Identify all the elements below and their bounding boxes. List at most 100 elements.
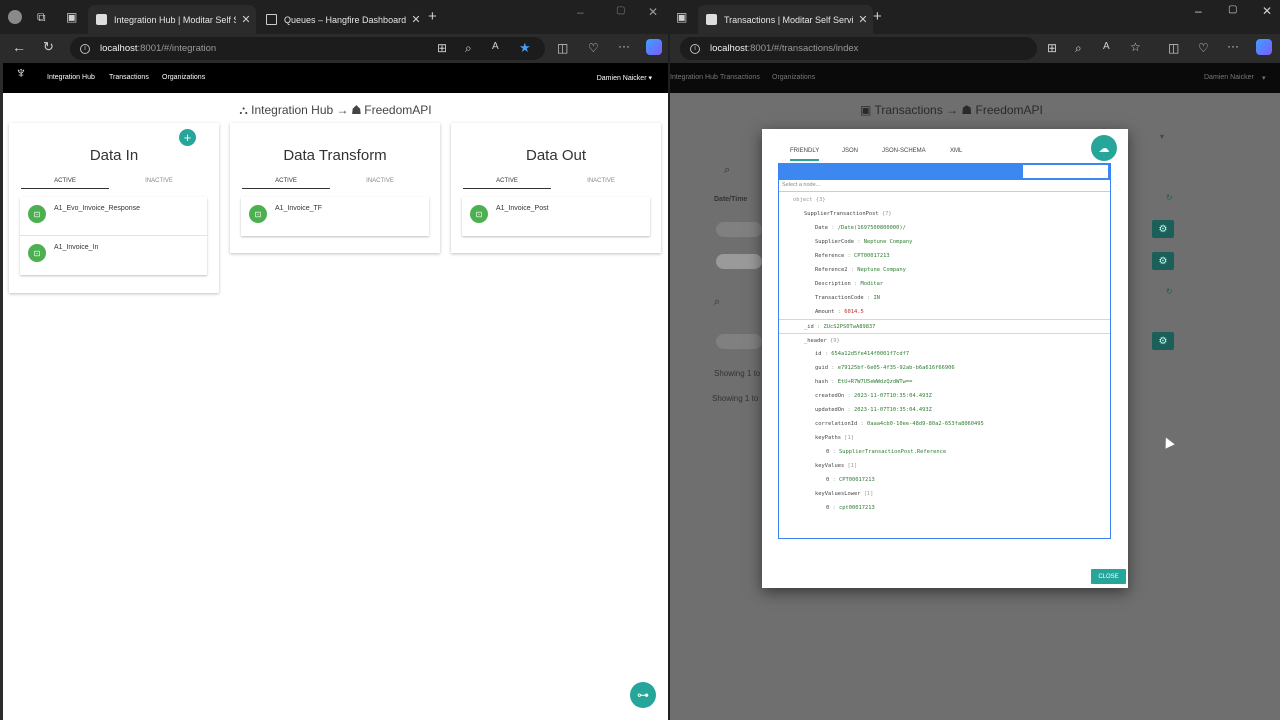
dropdown-caret-icon[interactable]: ▾ [1160,132,1164,141]
refresh-icon[interactable]: ↻ [1166,287,1173,296]
more-options-icon[interactable]: ··· [618,40,630,52]
favorite-star-icon[interactable]: ☆ [1130,41,1141,53]
split-screen-icon[interactable]: ◫ [1168,42,1179,54]
zoom-icon[interactable]: ⌕ [1075,42,1082,54]
refresh-icon[interactable]: ↻ [1166,193,1173,202]
tree-node[interactable]: TransactionCode : IN [779,291,1110,305]
app-available-icon[interactable]: ⊞ [1047,42,1057,54]
tab-actions-icon[interactable]: ▣ [676,11,687,23]
tree-node[interactable]: _id : ZUcS2PS0TwA89837 [779,319,1110,333]
search-icon[interactable]: ⌕ [714,296,720,309]
tree-node[interactable]: Date : /Date(1697500800000)/ [779,221,1110,235]
tab-hangfire[interactable]: Queues – Hangfire Dashboard ✕ [258,5,426,34]
tree-node[interactable]: _header {9} [779,333,1110,347]
tree-node[interactable]: keyValuesLower [1] [779,487,1110,501]
tree-node[interactable]: createdOn : 2023-11-07T10:35:04.493Z [779,389,1110,403]
browser-essentials-icon[interactable]: ♡ [588,42,599,54]
favorite-star-icon[interactable]: ★ [519,41,531,54]
new-tab-icon[interactable]: + [873,9,882,24]
tab-friendly[interactable]: FRIENDLY [790,148,820,161]
list-item[interactable]: ⊡ A1_Invoice_In [20,236,207,275]
list-item[interactable]: ⊡ A1_Invoice_TF [241,197,429,236]
workspaces-icon[interactable]: ⧉ [37,11,46,23]
tab-json-schema[interactable]: JSON-SCHEMA [882,148,926,154]
select-node-dropdown[interactable]: Select a node... [779,180,1110,192]
user-menu[interactable]: Damien Naicker ▾ [597,74,652,82]
url-field[interactable]: i localhost:8001/#/transactions/index [680,37,1037,60]
tree-node[interactable]: Amount : 6014.5 [779,305,1110,319]
profile-avatar[interactable] [8,10,22,24]
tree-node[interactable]: Reference : CPT00017213 [779,249,1110,263]
refresh-icon[interactable]: ↻ [43,40,54,53]
tab-actions-icon[interactable]: ▣ [66,11,77,23]
tree-node[interactable]: Reference2 : Neptune Company [779,263,1110,277]
tab-json[interactable]: JSON [842,148,858,154]
settings-gear-button[interactable]: ⚙ [1152,252,1174,270]
tab-active[interactable]: ACTIVE [242,178,330,189]
tree-node[interactable]: SupplierCode : Neptune Company [779,235,1110,249]
nav-integration-hub[interactable]: Integration Hub [47,74,95,81]
copilot-icon[interactable] [1256,39,1272,55]
tab-active[interactable]: ACTIVE [463,178,551,189]
tab-inactive[interactable]: INACTIVE [336,178,424,184]
settings-gear-button[interactable]: ⚙ [1152,332,1174,350]
tree-node[interactable]: guid : e79125bf-6e05-4f35-92ab-b6a616f66… [779,361,1110,375]
tab-inactive[interactable]: INACTIVE [115,178,203,184]
tree-node[interactable]: hash : EtU+R7W7U5eWWdzQzdWTw== [779,375,1110,389]
app-available-icon[interactable]: ⊞ [437,42,447,54]
nav-transactions[interactable]: Transactions [720,74,760,81]
maximize-icon[interactable]: ▢ [1228,5,1237,15]
back-icon[interactable]: ← [12,40,26,54]
split-screen-icon[interactable]: ◫ [557,42,568,54]
more-options-icon[interactable]: ··· [1227,40,1239,52]
url-field[interactable]: i localhost:8001/#/integration [70,37,545,60]
tree-node[interactable]: SupplierTransactionPost {7} [779,207,1110,221]
tree-node[interactable]: Description : Moditar [779,277,1110,291]
zoom-icon[interactable]: ⌕ [465,42,472,54]
tree-node[interactable]: id : 654a12d5fe414f0001f7cdf7 [779,347,1110,361]
close-button[interactable]: CLOSE [1091,569,1126,584]
tab-integration-hub[interactable]: Integration Hub | Moditar Self Se ✕ [88,5,256,34]
tree-node[interactable]: keyPaths [1] [779,431,1110,445]
search-icon[interactable]: ⌕ [724,164,730,177]
close-window-icon[interactable]: ✕ [648,6,658,18]
tab-inactive[interactable]: INACTIVE [557,178,645,184]
new-tab-icon[interactable]: + [428,9,437,24]
breadcrumb-section[interactable]: Transactions [874,103,942,117]
copilot-icon[interactable] [646,39,662,55]
nav-organizations[interactable]: Organizations [162,74,205,81]
nav-integration-hub[interactable]: Integration Hub [670,74,718,81]
minimize-icon[interactable]: – [1195,5,1202,17]
tree-node[interactable]: correlationId : 0aaa4cb0-10ee-48d9-80a2-… [779,417,1110,431]
maximize-icon[interactable]: ▢ [616,6,625,16]
read-aloud-icon[interactable]: A [492,42,499,52]
close-window-icon[interactable]: ✕ [1262,5,1272,17]
list-item[interactable]: ⊡ A1_Invoice_Post [462,197,650,236]
browser-essentials-icon[interactable]: ♡ [1198,42,1209,54]
tab-xml[interactable]: XML [950,148,962,154]
nav-transactions[interactable]: Transactions [109,74,149,81]
minimize-icon[interactable]: – [577,6,584,18]
tree-view-button[interactable]: ⊶ [630,682,656,708]
list-item[interactable]: ⊡ A1_Evo_Invoice_Response [20,197,207,236]
read-aloud-icon[interactable]: A [1103,42,1110,52]
close-tab-icon[interactable]: ✕ [853,13,873,26]
close-tab-icon[interactable]: ✕ [406,13,426,26]
tree-node[interactable]: 0 : cpt00017213 [779,501,1110,515]
nav-organizations[interactable]: Organizations [772,74,815,81]
tree-node[interactable]: keyValues [1] [779,459,1110,473]
tab-active[interactable]: ACTIVE [21,178,109,189]
app-logo-icon[interactable]: ♆ [9,65,33,91]
cloud-upload-button[interactable]: ☁ [1091,135,1117,161]
date-time-header[interactable]: Date/Time [714,196,747,203]
settings-gear-button[interactable]: ⚙ [1152,220,1174,238]
tree-node[interactable]: 0 : SupplierTransactionPost.Reference [779,445,1110,459]
breadcrumb-section[interactable]: Integration Hub [251,103,333,117]
tree-search-input[interactable] [1023,165,1108,178]
close-tab-icon[interactable]: ✕ [236,13,256,26]
tree-node[interactable]: 0 : CPT00017213 [779,473,1110,487]
tab-transactions[interactable]: Transactions | Moditar Self Servic ✕ [698,5,873,34]
add-button[interactable]: + [179,129,196,146]
user-name[interactable]: Damien Naicker [1204,74,1254,81]
tree-node[interactable]: updatedOn : 2023-11-07T10:35:04.493Z [779,403,1110,417]
